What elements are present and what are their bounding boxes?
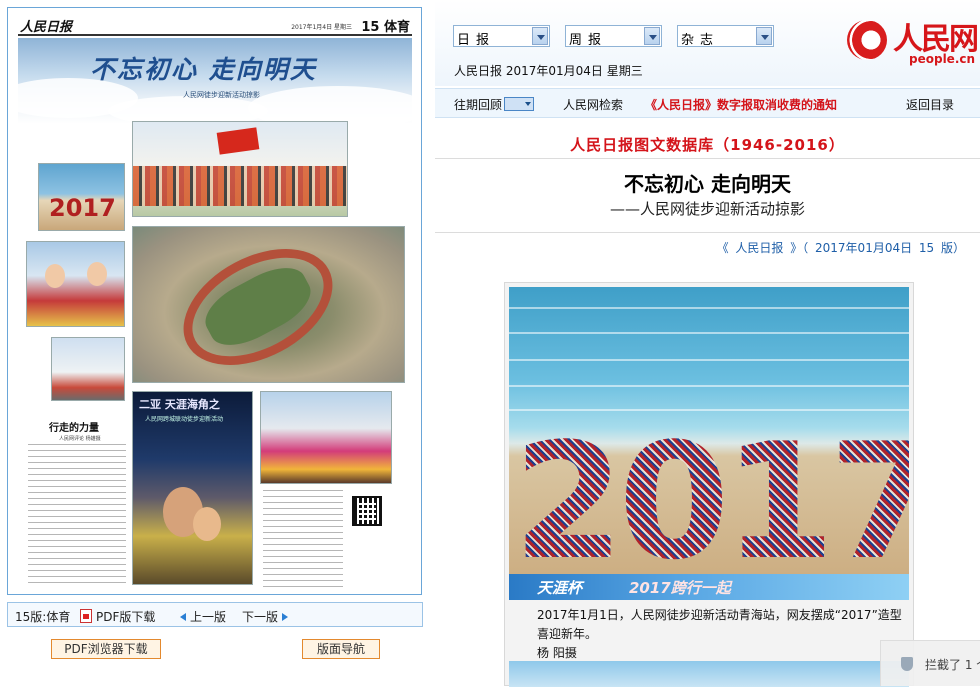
paper-header: 人民日报 2017年1月4日 星期三 15 体育 <box>18 16 412 36</box>
photo-group <box>260 391 392 484</box>
arrow-left-icon <box>180 613 186 621</box>
photo-runners-flag <box>132 121 348 217</box>
newspaper-panel: 人民日报 2017年1月4日 星期三 15 体育 不忘初心 走向明天 人民网徒步… <box>0 0 430 686</box>
select-daily[interactable]: 日报 <box>453 25 550 48</box>
popup-blocked-notice[interactable]: 拦截了 1 个 <box>880 640 980 686</box>
next-page-link[interactable]: 下一版 <box>242 608 289 625</box>
people-logo-icon <box>847 20 887 60</box>
back-to-contents-link[interactable]: 返回目录 <box>906 96 954 113</box>
photo-2017-formation: 2017 <box>513 422 909 582</box>
pdf-download-link[interactable]: PDF版下载 <box>80 608 155 625</box>
divider <box>435 232 980 233</box>
article: 人民日报图文数据库（1946-2016） 不忘初心 走向明天 ——人民网徒步迎新… <box>435 120 980 687</box>
next-photo <box>509 661 909 687</box>
paper-article-byline: 人民网评论 杨雄摄 <box>59 436 101 442</box>
archive-link[interactable]: 往期回顾 <box>454 96 535 113</box>
top-bar: 日报 周报 杂志 人民日报 2017年01月04日 星期三 人民网 people… <box>435 0 980 86</box>
photo-girls <box>26 241 125 327</box>
select-magazine[interactable]: 杂志 <box>677 25 774 48</box>
pdf-browser-download-button[interactable]: PDF浏览器下载 <box>51 639 161 659</box>
layout-nav-button[interactable]: 版面导航 <box>302 639 380 659</box>
article-subtitle: ——人民网徒步迎新活动掠影 <box>609 200 805 218</box>
qr-code <box>352 496 382 526</box>
photo-stadium-aerial <box>132 226 405 383</box>
select-weekly[interactable]: 周报 <box>565 25 662 48</box>
paper-logo: 人民日报 <box>20 20 73 35</box>
photo-runner <box>51 337 125 401</box>
dateline: 人民日报 2017年01月04日 星期三 <box>454 64 643 78</box>
pdf-icon <box>80 609 92 623</box>
paper-banner-subtitle: 人民网徒步迎新活动掠影 <box>183 91 260 99</box>
search-link[interactable]: 人民网检索 <box>563 96 623 113</box>
paper-body-text <box>263 490 343 590</box>
current-page-label: 15版:体育 <box>15 610 71 624</box>
database-title: 人民日报图文数据库（1946-2016） <box>570 136 845 154</box>
paper-date: 2017年1月4日 星期三 <box>291 24 352 31</box>
main-photo[interactable]: 2017 天涯杯 2017跨行一起 <box>509 287 909 600</box>
photo-night-event: 二亚 天涯海角之 人民网跨城联动徒步迎新活动 <box>132 391 253 585</box>
nav-bar: 往期回顾 人民网检索 《人民日报》数字报取消收费的通知 返回目录 <box>435 88 980 118</box>
paper-article-title: 行走的力量 <box>49 423 99 434</box>
popup-blocked-text: 拦截了 1 个 <box>925 658 980 672</box>
paper-banner: 不忘初心 走向明天 人民网徒步迎新活动掠影 <box>18 38 412 124</box>
chevron-down-icon <box>756 27 772 45</box>
photo-card: 2017 天涯杯 2017跨行一起 2017年1月1日，人民网徒步迎新活动青海站… <box>504 282 914 687</box>
chevron-down-icon <box>644 27 660 45</box>
arrow-right-icon <box>282 613 289 621</box>
article-title: 不忘初心 走向明天 <box>624 172 791 196</box>
photo-2017-small: 2017 <box>38 163 125 231</box>
divider <box>435 158 980 159</box>
shield-icon <box>901 657 913 671</box>
notice-link[interactable]: 《人民日报》数字报取消收费的通知 <box>645 96 837 113</box>
article-source[interactable]: 《 人民日报 》（ 2017年01月04日 15 版） <box>717 239 965 256</box>
page-navigation: 15版:体育 PDF版下载 上一版 下一版 <box>7 602 423 627</box>
photo-bottom-banner: 天涯杯 2017跨行一起 <box>509 574 909 600</box>
paper-body-text <box>28 444 126 584</box>
paper-banner-title: 不忘初心 走向明天 <box>90 55 317 84</box>
paper-page-number: 15 体育 <box>361 20 410 35</box>
calendar-dropdown-icon[interactable] <box>504 97 535 111</box>
site-logo-domain: people.cn <box>909 52 976 66</box>
photo-caption: 2017年1月1日，人民网徒步迎新活动青海站，网友摆成“2017”造型喜迎新年。… <box>513 606 908 663</box>
chevron-down-icon <box>532 27 548 45</box>
prev-page-link[interactable]: 上一版 <box>180 608 226 625</box>
newspaper-page-image[interactable]: 人民日报 2017年1月4日 星期三 15 体育 不忘初心 走向明天 人民网徒步… <box>7 7 422 595</box>
